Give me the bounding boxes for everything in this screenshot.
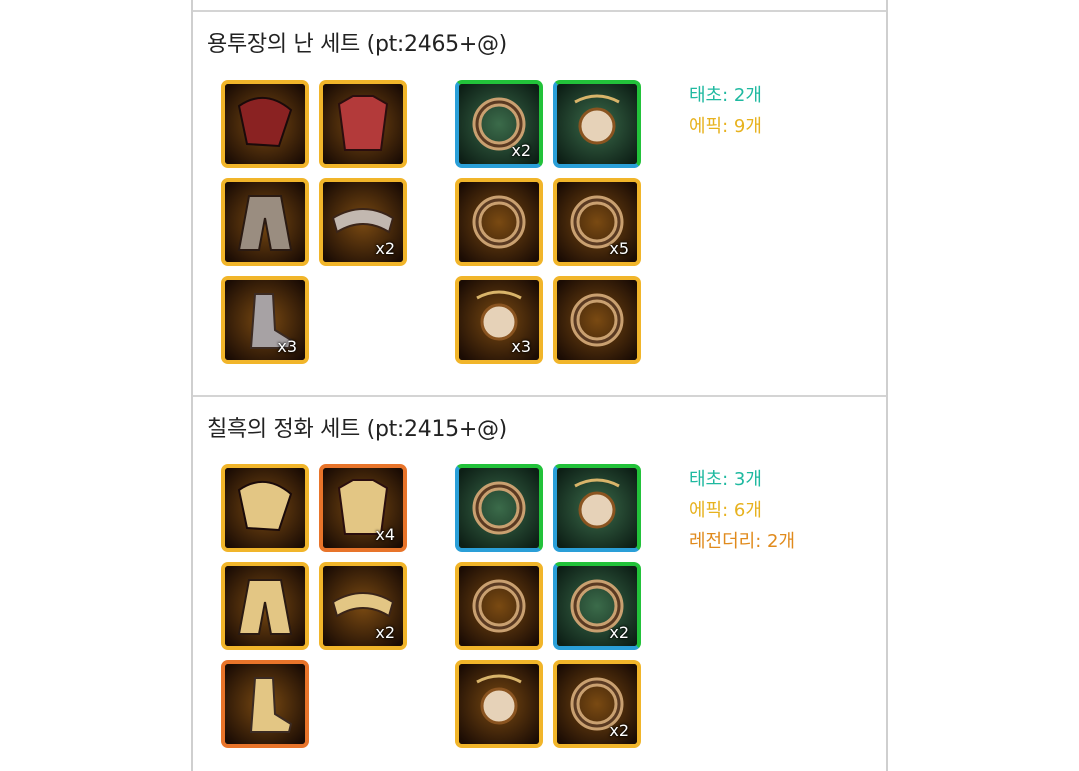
stat-taecho: 태초: 2개 — [689, 85, 762, 106]
item-count: x2 — [609, 721, 629, 740]
item-slot[interactable]: x2 — [319, 562, 407, 650]
item-slot[interactable] — [221, 562, 309, 650]
rarity-summary: 태초: 2개 에픽: 9개 — [689, 80, 762, 142]
item-slot[interactable] — [553, 80, 641, 168]
item-slot[interactable] — [221, 80, 309, 168]
item-count: x2 — [511, 141, 531, 160]
item-slot[interactable] — [553, 276, 641, 364]
item-slot[interactable]: x2 — [455, 80, 543, 168]
item-count: x2 — [375, 239, 395, 258]
item-slot[interactable]: x3 — [221, 276, 309, 364]
item-count: x3 — [277, 337, 297, 356]
item-slot[interactable] — [221, 660, 309, 748]
set-list-panel: 용투장의 난 세트 (pt:2465+@) x2 x3 x2 x5 x3 태초: 2개… — [191, 0, 888, 771]
item-slot[interactable]: x5 — [553, 178, 641, 266]
item-slot[interactable]: x3 — [455, 276, 543, 364]
item-count: x4 — [375, 525, 395, 544]
item-slot[interactable] — [221, 178, 309, 266]
item-count: x5 — [609, 239, 629, 258]
item-slot[interactable]: x2 — [553, 660, 641, 748]
item-count: x2 — [609, 623, 629, 642]
item-count: x3 — [511, 337, 531, 356]
stat-legendary: 레전더리: 2개 — [689, 531, 796, 552]
item-slot[interactable] — [455, 660, 543, 748]
set-section: 용투장의 난 세트 (pt:2465+@) x2 x3 x2 x5 x3 태초: 2개… — [193, 12, 886, 395]
item-count: x2 — [375, 623, 395, 642]
item-slot[interactable] — [319, 80, 407, 168]
rarity-summary: 태초: 3개 에픽: 6개 레전더리: 2개 — [689, 464, 795, 557]
stat-epic: 에픽: 6개 — [689, 500, 762, 521]
item-slot[interactable] — [455, 464, 543, 552]
item-slot[interactable] — [455, 178, 543, 266]
item-slot[interactable] — [455, 562, 543, 650]
set-title: 용투장의 난 세트 (pt:2465+@) — [207, 32, 507, 57]
item-slot[interactable]: x4 — [319, 464, 407, 552]
item-slot[interactable]: x2 — [319, 178, 407, 266]
set-section: 칠흑의 정화 세트 (pt:2415+@) x4 x2 x2 x2 태초: 3개 에… — [193, 397, 886, 771]
stat-epic: 에픽: 9개 — [689, 116, 762, 137]
item-slot[interactable] — [553, 464, 641, 552]
set-title: 칠흑의 정화 세트 (pt:2415+@) — [207, 417, 507, 442]
stat-taecho: 태초: 3개 — [689, 469, 762, 490]
item-slot[interactable]: x2 — [553, 562, 641, 650]
item-slot[interactable] — [221, 464, 309, 552]
